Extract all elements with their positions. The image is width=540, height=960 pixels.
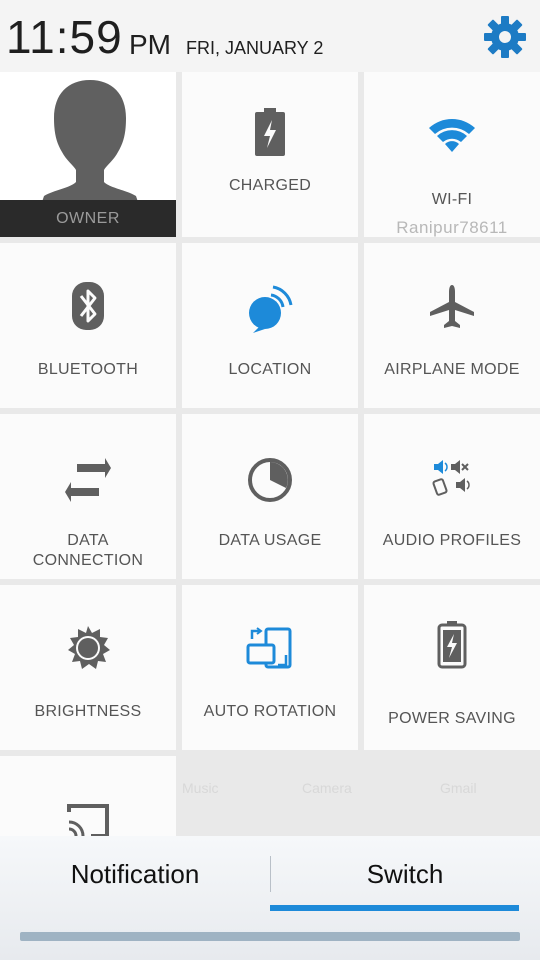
background-app-label: Music — [182, 780, 219, 796]
tile-power-saving[interactable]: POWER SAVING — [364, 585, 540, 750]
tile-location[interactable]: LOCATION — [182, 243, 358, 408]
tab-switch[interactable]: Switch — [270, 836, 540, 912]
location-icon — [249, 285, 293, 333]
tile-location-label: LOCATION — [228, 361, 312, 378]
clock-time: 11:59 — [6, 11, 123, 63]
tile-data-connection[interactable]: DATA CONNECTION — [0, 414, 176, 579]
date-label: FRI, JANUARY 2 — [186, 38, 324, 58]
tile-data-connection-label-2: CONNECTION — [32, 552, 144, 569]
data-usage-icon — [248, 458, 292, 502]
tile-bluetooth-label: BLUETOOTH — [37, 361, 139, 378]
tile-airplane[interactable]: AIRPLANE MODE — [364, 243, 540, 408]
owner-label: OWNER — [0, 200, 176, 237]
tile-cast-screen[interactable] — [0, 756, 176, 840]
avatar — [42, 80, 138, 202]
audio-profiles-icon — [432, 460, 470, 496]
quick-settings-grid: OWNER CHARGED WI-FI Ranipur78611 BLUETOO… — [0, 72, 540, 840]
tile-data-usage[interactable]: DATA USAGE — [182, 414, 358, 579]
brightness-icon — [68, 626, 110, 669]
power-saving-icon — [437, 621, 467, 669]
status-bar: 11:59 PM FRI, JANUARY 2 — [0, 0, 540, 72]
tab-notification[interactable]: Notification — [0, 836, 270, 912]
auto-rotation-icon — [246, 627, 292, 669]
data-transfer-icon — [65, 458, 111, 502]
cast-icon — [67, 804, 109, 838]
gear-icon[interactable] — [482, 14, 528, 60]
wifi-network-name: Ranipur78611 — [396, 218, 508, 237]
tile-auto-rotation[interactable]: AUTO ROTATION — [182, 585, 358, 750]
tile-brightness[interactable]: BRIGHTNESS — [0, 585, 176, 750]
bottom-tab-bar: Notification Switch — [0, 836, 540, 960]
tile-audio-profiles[interactable]: AUDIO PROFILES — [364, 414, 540, 579]
tile-brightness-label: BRIGHTNESS — [34, 703, 142, 720]
active-tab-indicator — [270, 905, 519, 911]
tile-data-usage-label: DATA USAGE — [218, 532, 322, 549]
tile-wifi[interactable]: WI-FI Ranipur78611 — [364, 72, 540, 237]
battery-charged-icon — [255, 108, 285, 156]
drag-handle[interactable] — [20, 932, 520, 941]
tile-wifi-label: WI-FI — [431, 191, 473, 208]
wifi-icon — [429, 119, 475, 152]
tile-auto-rotation-label: AUTO ROTATION — [203, 703, 337, 720]
tile-owner[interactable]: OWNER — [0, 72, 176, 237]
tile-data-connection-label-1: DATA — [67, 532, 109, 549]
tile-battery-label: CHARGED — [228, 177, 312, 194]
airplane-icon — [430, 285, 474, 328]
background-app-label: Camera — [302, 780, 352, 796]
tile-airplane-label: AIRPLANE MODE — [384, 361, 520, 378]
clock-ampm: PM — [129, 29, 171, 60]
tile-audio-profiles-label: AUDIO PROFILES — [382, 532, 522, 549]
tile-battery[interactable]: CHARGED — [182, 72, 358, 237]
bluetooth-icon — [72, 282, 104, 330]
background-app-label: Gmail — [440, 780, 477, 796]
tile-power-saving-label: POWER SAVING — [388, 710, 516, 727]
tile-bluetooth[interactable]: BLUETOOTH — [0, 243, 176, 408]
